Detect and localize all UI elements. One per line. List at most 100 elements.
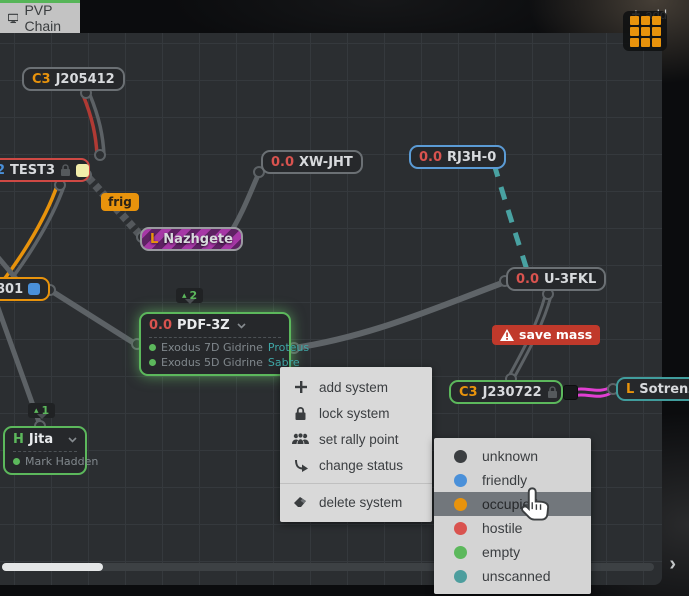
pilot-name: Mark Hadden <box>25 455 98 468</box>
occupant-row: Exodus 7D Gidrine Proteus <box>149 340 281 355</box>
system-name: TEST3 <box>10 163 55 178</box>
status-dot-icon <box>454 570 467 583</box>
system-name: PDF-3Z <box>177 318 230 333</box>
menu-item-set-rally-point[interactable]: set rally point <box>280 426 432 452</box>
divider <box>149 337 281 338</box>
system-node-sotrenz[interactable]: L Sotrenz <box>616 377 689 401</box>
app-viewport: PVP Chain + add <box>0 0 689 596</box>
warning-icon <box>500 329 514 341</box>
security-class: L <box>626 382 634 397</box>
system-name: RJ3H-0 <box>447 150 496 165</box>
badge-tail <box>37 414 47 424</box>
monitor-icon <box>8 12 18 25</box>
pilot-count-badge: ▴ 1 <box>28 403 55 418</box>
tab-pvp-chain[interactable]: PVP Chain <box>0 0 80 33</box>
pilot-status-icon <box>149 359 156 366</box>
system-node-jita[interactable]: H Jita Mark Hadden <box>3 426 87 475</box>
menu-divider <box>280 483 432 484</box>
marker-indicator <box>28 283 40 295</box>
system-class: C3 <box>32 72 51 87</box>
status-label: empty <box>482 544 520 560</box>
status-label: friendly <box>482 472 527 488</box>
system-name: 801 <box>0 282 23 297</box>
connection-nazhgete-xwjht[interactable] <box>229 173 259 235</box>
menu-item-add-system[interactable]: add system <box>280 374 432 400</box>
status-item-friendly[interactable]: friendly <box>434 468 591 492</box>
system-name: Sotrenz <box>639 382 689 397</box>
status-item-unscanned[interactable]: unscanned <box>434 564 591 588</box>
pilot-status-icon <box>13 458 20 465</box>
scroll-right-icon[interactable]: › <box>669 554 676 574</box>
system-node-u3fkl[interactable]: 0.0 U-3FKL <box>506 267 606 291</box>
system-node-j205412[interactable]: C3 J205412 <box>22 67 125 91</box>
system-node-j230722[interactable]: C3 J230722 <box>449 380 563 404</box>
chevron-down-icon[interactable] <box>68 437 77 443</box>
lock-icon <box>60 164 71 176</box>
status-item-occupied[interactable]: occupied <box>434 492 591 516</box>
status-item-unknown[interactable]: unknown <box>434 444 591 468</box>
save-mass-badge: save mass <box>492 325 600 345</box>
note-indicator <box>563 385 578 400</box>
occupant-row: Exodus 5D Gidrine Sabre <box>149 355 281 370</box>
frigate-hole-badge: frig <box>101 193 139 211</box>
occupant-row: Mark Hadden <box>13 454 77 469</box>
eraser-icon <box>292 497 309 508</box>
pilot-count-badge: ▴ 2 <box>176 288 203 303</box>
system-node-xwjht[interactable]: 0.0 XW-JHT <box>261 150 363 174</box>
system-class: C3 <box>459 385 478 400</box>
security-status: 0.0 <box>149 318 172 333</box>
system-name: Jita <box>29 432 53 447</box>
menu-item-label: change status <box>319 458 403 473</box>
lock-icon <box>547 386 558 398</box>
note-indicator <box>76 164 89 177</box>
chevron-down-icon[interactable] <box>237 323 246 329</box>
connection-pdf3z-u3fkl[interactable] <box>294 282 505 348</box>
system-class: 2 <box>0 163 5 178</box>
system-name: U-3FKL <box>544 272 596 287</box>
users-icon <box>292 433 309 445</box>
status-item-hostile[interactable]: hostile <box>434 516 591 540</box>
menu-item-label: add system <box>319 380 388 395</box>
save-mass-label: save mass <box>519 327 592 342</box>
status-item-empty[interactable]: empty <box>434 540 591 564</box>
menu-item-label: delete system <box>319 495 402 510</box>
status-label: hostile <box>482 520 522 536</box>
arrow-turn-icon <box>292 459 309 472</box>
security-status: 0.0 <box>419 150 442 165</box>
system-node-nazhgete[interactable]: L Nazhgete <box>140 227 243 251</box>
ship-type: Proteus <box>268 341 309 354</box>
menu-item-change-status[interactable]: change status <box>280 452 432 478</box>
status-dot-icon <box>454 498 467 511</box>
security-class: H <box>13 432 24 447</box>
menu-item-label: set rally point <box>319 432 399 447</box>
security-status: 0.0 <box>516 272 539 287</box>
divider <box>13 451 77 452</box>
system-name: XW-JHT <box>299 155 353 170</box>
connection-801-pdf3z[interactable] <box>50 290 137 345</box>
plus-icon <box>292 381 309 393</box>
system-name: J205412 <box>56 72 115 87</box>
system-node-rj3h0[interactable]: 0.0 RJ3H-0 <box>409 145 506 169</box>
security-class: L <box>150 232 158 247</box>
pilot-name: Exodus 7D Gidrine <box>161 341 263 354</box>
system-name: J230722 <box>483 385 542 400</box>
security-status: 0.0 <box>271 155 294 170</box>
system-name: Nazhgete <box>163 232 233 247</box>
grid-layout-button[interactable] <box>623 11 667 51</box>
system-node-801[interactable]: 801 <box>0 277 50 301</box>
connection-rj3h0-u3fkl[interactable] <box>494 164 527 270</box>
status-dot-icon <box>454 522 467 535</box>
system-node-pdf3z[interactable]: 0.0 PDF-3Z Exodus 7D Gidrine Proteus Exo… <box>139 312 291 376</box>
menu-item-delete-system[interactable]: delete system <box>280 489 432 515</box>
system-node-test3[interactable]: 2 TEST3 <box>0 158 90 182</box>
context-menu: add system lock system set rally point <box>280 367 432 522</box>
tab-label: PVP Chain <box>24 2 72 34</box>
lock-icon <box>292 407 309 420</box>
badge-tail <box>185 299 195 309</box>
frigate-label: frig <box>108 195 132 209</box>
menu-item-label: lock system <box>319 406 390 421</box>
status-label: unknown <box>482 448 538 464</box>
scrollbar-thumb[interactable] <box>2 563 103 571</box>
top-bar: PVP Chain + add <box>0 0 689 33</box>
menu-item-lock-system[interactable]: lock system <box>280 400 432 426</box>
